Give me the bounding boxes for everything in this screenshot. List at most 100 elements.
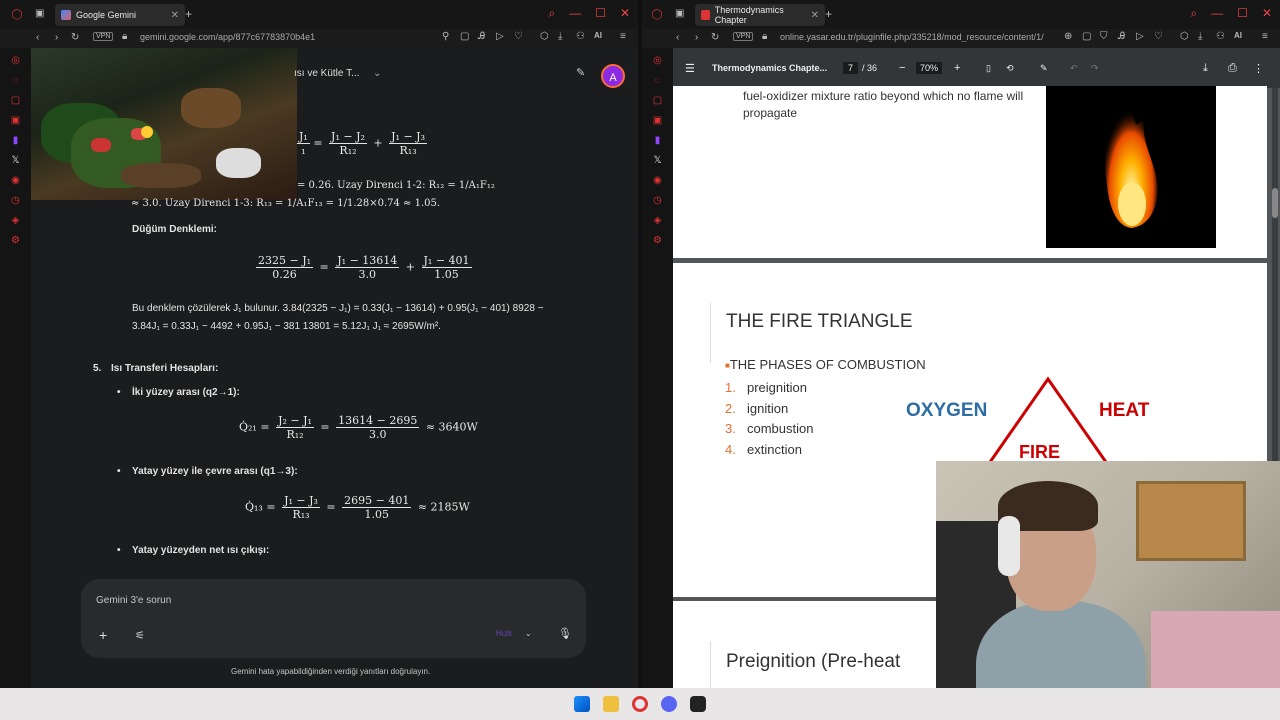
- vpn-badge[interactable]: VPN: [93, 32, 114, 41]
- page-number-input[interactable]: 7: [843, 62, 859, 74]
- vpn-badge[interactable]: VPN: [733, 32, 754, 41]
- scrollbar-thumb[interactable]: [1272, 188, 1278, 218]
- download-pdf-icon[interactable]: ⤓: [1203, 62, 1208, 75]
- url-text[interactable]: online.yasar.edu.tr/pluginfile.php/33521…: [780, 32, 1058, 42]
- sidebar-settings-icon[interactable]: ⚙: [9, 234, 23, 248]
- sidebar-messenger-icon[interactable]: ◌: [651, 74, 665, 88]
- sidebar-instagram-icon[interactable]: ▢: [9, 94, 23, 108]
- zoom-level[interactable]: 70%: [916, 62, 943, 74]
- sidebar-x-icon[interactable]: 𝕏: [651, 154, 665, 168]
- reload-icon[interactable]: ↻: [711, 32, 719, 43]
- sidebar-player-icon[interactable]: ◉: [9, 174, 23, 188]
- model-chevron-icon[interactable]: ⌄: [525, 629, 532, 638]
- discord-icon[interactable]: [661, 696, 677, 712]
- sidebar-twitch-icon[interactable]: ▮: [651, 134, 665, 148]
- opera-logo-icon[interactable]: ◯: [650, 8, 664, 22]
- player-icon[interactable]: ▷: [496, 31, 504, 42]
- sidebar-history-icon[interactable]: ◷: [651, 194, 665, 208]
- profile-icon[interactable]: ⚇: [576, 31, 585, 42]
- shield-icon[interactable]: ⛉: [1100, 31, 1108, 42]
- url-text[interactable]: gemini.google.com/app/877c67783870b4e1: [140, 32, 315, 42]
- microphone-icon[interactable]: 🎙︎: [558, 627, 572, 640]
- more-options-icon[interactable]: ⋮: [1253, 62, 1264, 75]
- snapshot-icon[interactable]: ▢: [460, 31, 469, 42]
- player-icon[interactable]: ▷: [1136, 31, 1144, 42]
- sidebar-extensions-icon[interactable]: ◈: [9, 214, 23, 228]
- tab-strip: ◯ ▣ Thermodynamics Chapter ✕ + ⌕ — ☐ ✕: [642, 0, 1280, 29]
- extensions-icon[interactable]: ⬡: [540, 31, 549, 42]
- zoom-in-icon[interactable]: +: [954, 62, 960, 74]
- add-attachment-icon[interactable]: +: [99, 627, 107, 643]
- aria-ai-button[interactable]: AI: [1234, 31, 1242, 40]
- file-explorer-icon[interactable]: [603, 696, 619, 712]
- back-icon[interactable]: ‹: [676, 32, 679, 43]
- prompt-input[interactable]: Gemini 3'e sorun: [96, 595, 171, 606]
- download-icon[interactable]: ⤓: [1198, 31, 1202, 42]
- model-selector[interactable]: Hızlı: [496, 629, 512, 638]
- workspace-icon[interactable]: ▣: [675, 8, 684, 19]
- pin-icon[interactable]: ⚲: [442, 31, 449, 42]
- minimize-icon[interactable]: —: [569, 6, 581, 21]
- sidebar-extensions-icon[interactable]: ◈: [651, 214, 665, 228]
- tab-gemini[interactable]: Google Gemini ✕: [55, 4, 185, 26]
- new-tab-icon[interactable]: +: [825, 7, 832, 21]
- sidebar-messenger-icon[interactable]: ◌: [9, 74, 23, 88]
- annotate-icon[interactable]: ✎: [1040, 63, 1048, 74]
- sidebar-music-icon[interactable]: ▣: [9, 114, 23, 128]
- zoom-out-icon[interactable]: −: [899, 62, 905, 74]
- reload-icon[interactable]: ↻: [71, 32, 79, 43]
- rotate-icon[interactable]: ⟲: [1006, 63, 1014, 74]
- chevron-down-icon[interactable]: ⌄: [373, 68, 381, 79]
- tab-thermodynamics[interactable]: Thermodynamics Chapter ✕: [695, 4, 825, 26]
- opera-gx-icon[interactable]: [632, 696, 648, 712]
- download-icon[interactable]: ⤓: [558, 31, 562, 42]
- maximize-icon[interactable]: ☐: [1237, 6, 1248, 21]
- sidebar-settings-icon[interactable]: ⚙: [651, 234, 665, 248]
- forward-icon[interactable]: ›: [695, 32, 698, 43]
- print-icon[interactable]: ⎙: [1228, 62, 1237, 75]
- menu-icon[interactable]: ≡: [620, 31, 626, 42]
- sidebar-x-icon[interactable]: 𝕏: [9, 154, 23, 168]
- close-window-icon[interactable]: ✕: [1262, 6, 1272, 21]
- avatar[interactable]: A: [601, 64, 625, 88]
- search-tabs-icon[interactable]: ⌕: [1190, 6, 1197, 21]
- new-tab-icon[interactable]: +: [185, 7, 192, 21]
- chat-title[interactable]: ısı ve Kütle T...: [294, 68, 359, 79]
- search-tabs-icon[interactable]: ⌕: [548, 6, 555, 21]
- translate-icon[interactable]: Ꭿ: [478, 31, 485, 42]
- heart-icon[interactable]: ♡: [1154, 31, 1163, 42]
- forward-icon[interactable]: ›: [55, 32, 58, 43]
- snapshot-icon[interactable]: ▢: [1082, 31, 1091, 42]
- capcut-icon[interactable]: [690, 696, 706, 712]
- sidebar-history-icon[interactable]: ◷: [9, 194, 23, 208]
- redo-icon[interactable]: ↷: [1091, 63, 1099, 74]
- aria-ai-button[interactable]: AI: [594, 31, 602, 40]
- outline-menu-icon[interactable]: ☰: [685, 62, 695, 75]
- extensions-icon[interactable]: ⬡: [1180, 31, 1189, 42]
- sidebar-instagram-icon[interactable]: ▢: [651, 94, 665, 108]
- close-tab-icon[interactable]: ✕: [171, 10, 179, 21]
- sidebar-ai-icon[interactable]: ◎: [651, 54, 665, 68]
- opera-logo-icon[interactable]: ◯: [10, 8, 24, 22]
- translate-icon[interactable]: Ꭿ: [1118, 31, 1125, 42]
- back-icon[interactable]: ‹: [36, 32, 39, 43]
- menu-icon[interactable]: ≡: [1262, 31, 1268, 42]
- zoom-icon[interactable]: ⊕: [1064, 31, 1072, 42]
- tools-icon[interactable]: ⚟: [135, 629, 145, 642]
- undo-icon[interactable]: ↶: [1070, 63, 1078, 74]
- sidebar-twitch-icon[interactable]: ▮: [9, 134, 23, 148]
- close-tab-icon[interactable]: ✕: [811, 10, 819, 21]
- heart-icon[interactable]: ♡: [514, 31, 523, 42]
- sidebar-music-icon[interactable]: ▣: [651, 114, 665, 128]
- workspace-icon[interactable]: ▣: [35, 8, 44, 19]
- sidebar-ai-icon[interactable]: ◎: [9, 54, 23, 68]
- fit-page-icon[interactable]: ▯: [986, 63, 991, 74]
- maximize-icon[interactable]: ☐: [595, 6, 606, 21]
- prompt-input-box[interactable]: Gemini 3'e sorun + ⚟ Hızlı ⌄ 🎙︎: [81, 579, 586, 658]
- edit-chat-icon[interactable]: ✎: [576, 66, 585, 79]
- minimize-icon[interactable]: —: [1211, 6, 1223, 21]
- profile-icon[interactable]: ⚇: [1216, 31, 1225, 42]
- sidebar-player-icon[interactable]: ◉: [651, 174, 665, 188]
- windows-start-icon[interactable]: [574, 696, 590, 712]
- close-window-icon[interactable]: ✕: [620, 6, 630, 21]
